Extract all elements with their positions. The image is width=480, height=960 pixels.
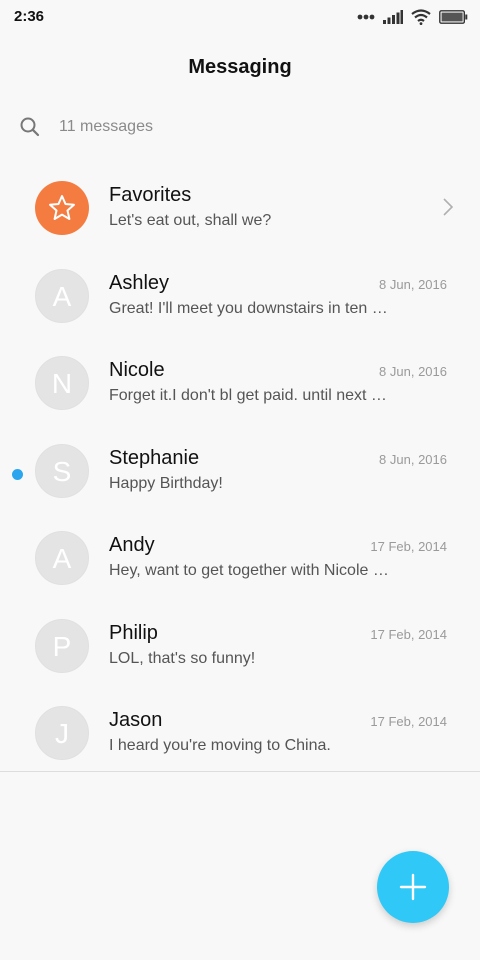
messaging-screen: 2:36 Messaging 11 messages Favorites Let… (0, 0, 480, 960)
search-input[interactable] (59, 113, 439, 141)
conversation-row[interactable]: N Nicole 8 Jun, 2016 Forget it.I don't b… (0, 338, 480, 426)
conversation-preview: Happy Birthday! (109, 474, 223, 492)
battery-icon (439, 10, 468, 24)
signal-icon (383, 10, 403, 24)
list-divider (0, 771, 480, 772)
conversation-date: 17 Feb, 2014 (370, 626, 447, 642)
page-title: Messaging (188, 56, 292, 78)
avatar: N (35, 356, 89, 410)
conversation-row[interactable]: J Jason 17 Feb, 2014 I heard you're movi… (0, 688, 480, 776)
avatar: P (35, 618, 89, 673)
star-icon (49, 195, 75, 220)
avatar: S (35, 443, 89, 498)
conversation-date: 8 Jun, 2016 (379, 364, 447, 379)
chevron-right-icon (443, 198, 454, 216)
status-bar: 2:36 (0, 0, 480, 36)
conversation-name: Stephanie (109, 446, 200, 469)
conversation-row-favorites[interactable]: Favorites Let's eat out, shall we? (0, 163, 480, 251)
conversation-name: Andy (109, 534, 155, 556)
conversation-date: 8 Jun, 2016 (379, 276, 447, 292)
search-icon (20, 117, 40, 137)
wifi-icon (411, 9, 431, 25)
conversation-row[interactable]: P Philip 17 Feb, 2014 LOL, that's so fun… (0, 601, 480, 689)
conversation-name: Nicole (109, 359, 165, 381)
avatar: A (35, 268, 89, 323)
conversation-row[interactable]: A Andy 17 Feb, 2014 Hey, want to get tog… (0, 513, 480, 601)
status-time: 2:36 (14, 8, 45, 25)
conversation-name: Philip (109, 621, 158, 644)
conversation-list: Favorites Let's eat out, shall we? A Ash… (0, 163, 480, 776)
conversation-preview: I heard you're moving to China. (109, 737, 331, 754)
avatar: A (35, 531, 89, 585)
search-bar[interactable] (18, 112, 458, 142)
new-message-button[interactable] (377, 851, 449, 923)
conversation-preview: LOL, that's so funny! (109, 649, 256, 667)
conversation-preview: Great! I'll meet you downstairs in ten … (109, 299, 388, 317)
avatar: J (35, 706, 89, 760)
conversation-name: Jason (109, 709, 163, 731)
conversation-name: Favorites (109, 184, 192, 206)
plus-icon (399, 873, 427, 901)
conversation-date: 17 Feb, 2014 (370, 539, 447, 554)
conversation-preview: Let's eat out, shall we? (109, 212, 272, 229)
dots-icon (357, 14, 375, 20)
conversation-row[interactable]: S Stephanie 8 Jun, 2016 Happy Birthday! (0, 426, 480, 514)
conversation-name: Ashley (109, 271, 170, 294)
conversation-date: 17 Feb, 2014 (370, 714, 447, 729)
favorites-avatar (35, 181, 89, 235)
unread-indicator (12, 468, 23, 480)
conversation-row[interactable]: A Ashley 8 Jun, 2016 Great! I'll meet yo… (0, 251, 480, 339)
status-icons (357, 8, 468, 26)
conversation-preview: Forget it.I don't bl get paid. until nex… (109, 387, 389, 404)
conversation-date: 8 Jun, 2016 (379, 451, 447, 467)
conversation-preview: Hey, want to get together with Nicole … (109, 562, 389, 579)
